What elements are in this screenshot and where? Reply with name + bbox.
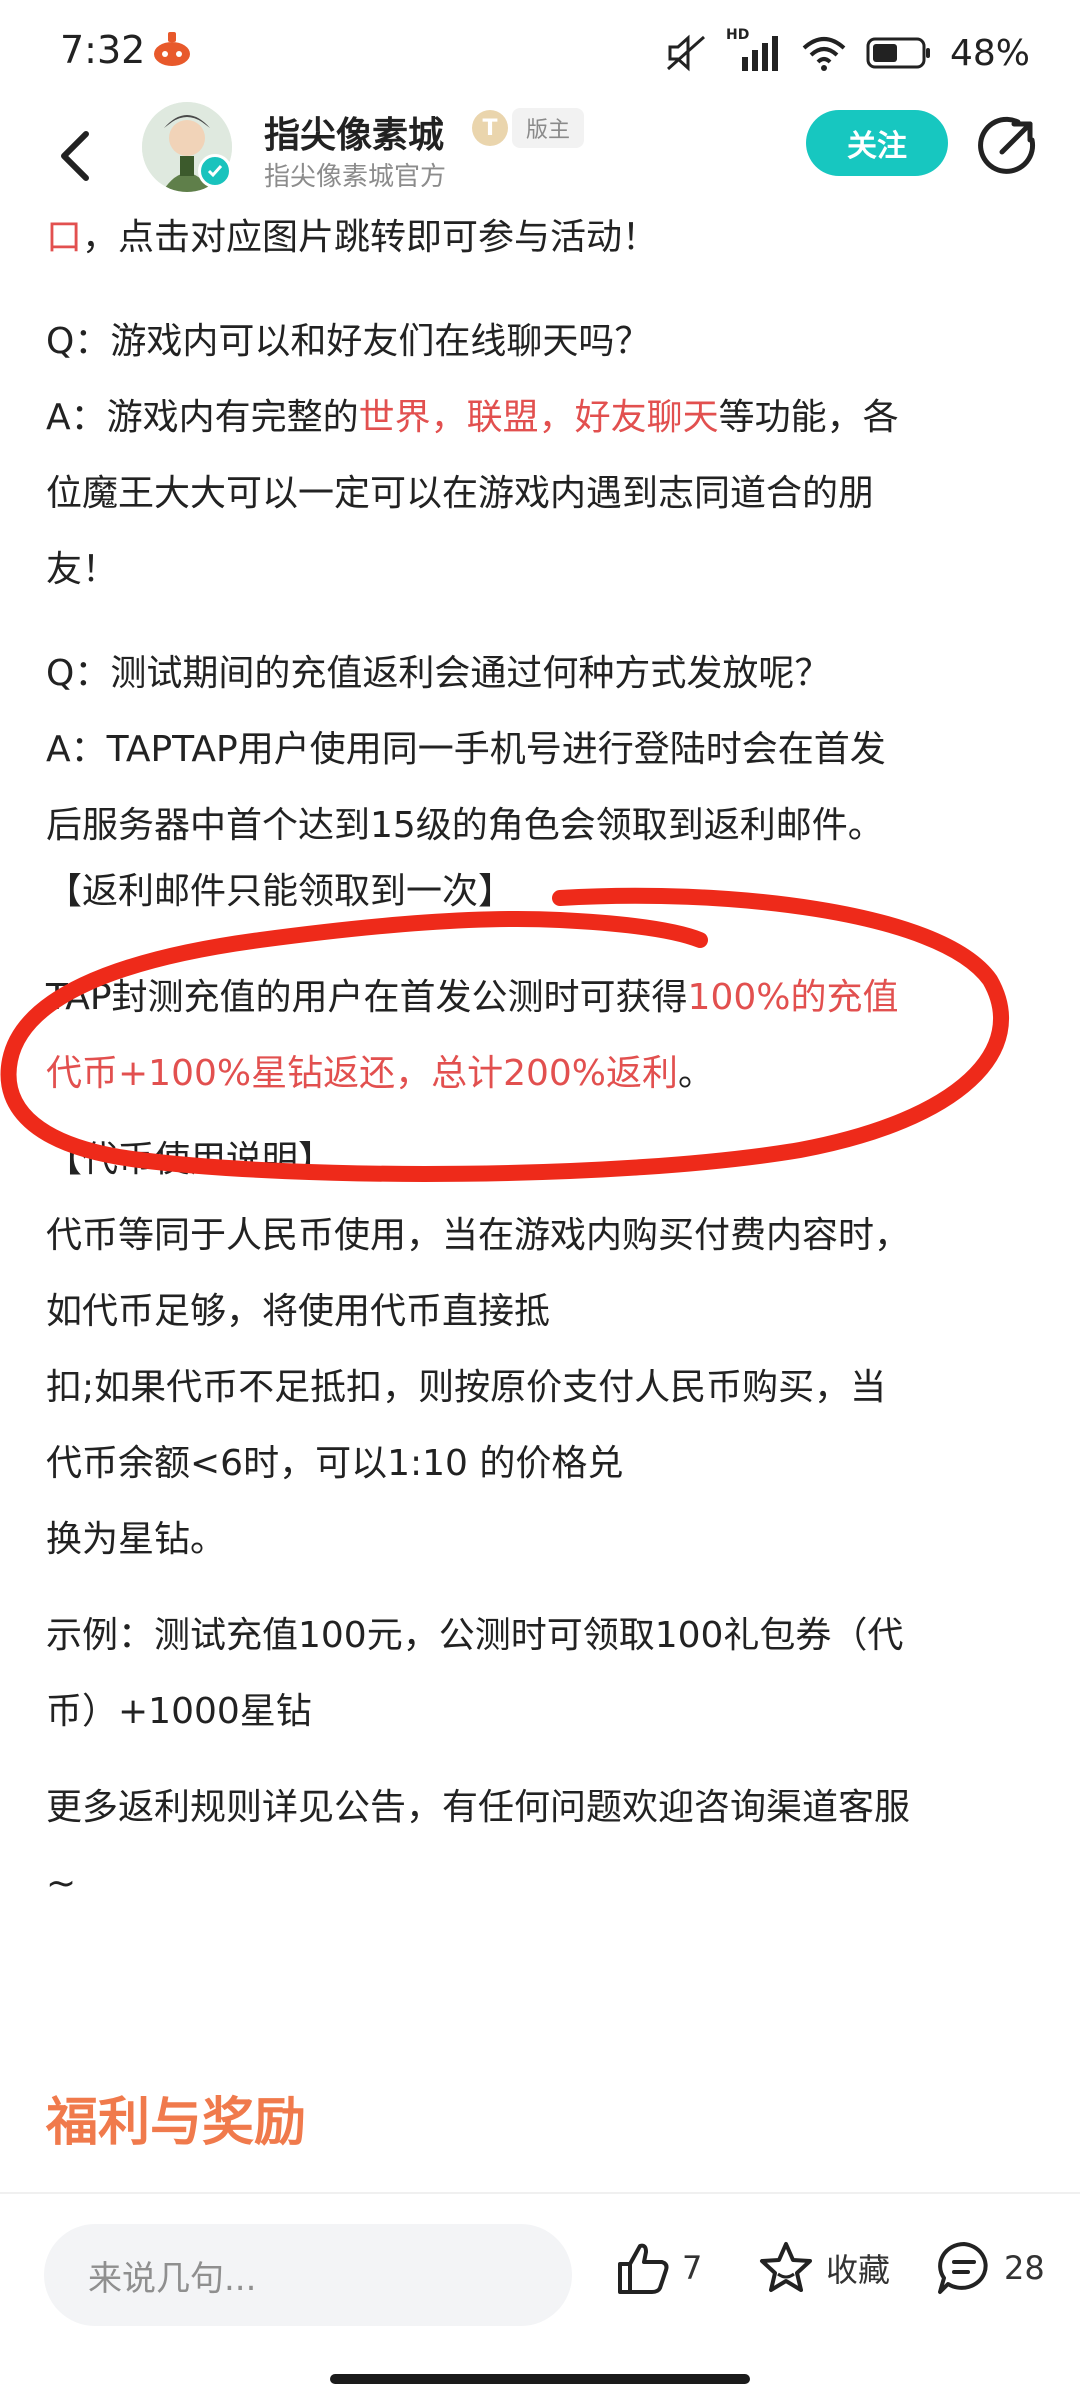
text-span: TAP封测充值的用户在首发公测时可获得 — [46, 977, 688, 1018]
answer-1-line-2: 位魔王大大可以一定可以在游戏内遇到志同道合的朋 — [46, 473, 875, 514]
text-span: A：游戏内有完整的 — [46, 397, 359, 438]
level-badge: T — [472, 110, 508, 146]
comment-icon — [938, 2242, 988, 2294]
home-indicator[interactable] — [330, 2374, 750, 2384]
battery-icon — [866, 37, 930, 69]
more-line-2: ~ — [46, 1863, 77, 1904]
tap-line-1: TAP封测充值的用户在首发公测时可获得100%的充值 — [46, 960, 1036, 1036]
text-span: ，点击对应图片跳转即可参与活动！ — [82, 217, 659, 258]
coin-line-1: 代币等同于人民币使用，当在游戏内购买付费内容时， — [46, 1215, 911, 1256]
wifi-icon — [802, 37, 846, 71]
coin-line-2: 如代币足够，将使用代币直接抵 — [46, 1291, 551, 1332]
share-icon — [978, 116, 1036, 174]
answer-1-line-1: A：游戏内有完整的世界，联盟，好友聊天等功能，各 — [46, 380, 1036, 456]
post-content: 口，点击对应图片跳转即可参与活动！ Q：游戏内可以和好友们在线聊天吗？ A：游戏… — [46, 200, 1036, 1922]
status-time: 7:32 — [60, 28, 146, 72]
highlight-text: 代币+100%星钻返还，总计200%返利 — [46, 1053, 679, 1094]
example-line-2: 币）+1000星钻 — [46, 1691, 312, 1732]
coin-line-4: 代币余额<6时，可以1:10 的价格兑 — [46, 1443, 624, 1484]
back-arrow-icon — [61, 131, 89, 181]
tap-line-2: 代币+100%星钻返还，总计200%返利。 — [46, 1036, 1036, 1112]
star-icon — [760, 2242, 812, 2292]
coin-title: 【代币使用说明】 — [46, 1139, 335, 1180]
favorite-button[interactable]: 收藏 — [756, 2238, 890, 2298]
thumbs-up-icon — [618, 2243, 669, 2294]
answer-1-line-3: 友！ — [46, 549, 119, 590]
status-indicators: HD 48% — [664, 27, 1030, 78]
comment-count: 28 — [1004, 2249, 1045, 2287]
text-span: 。 — [678, 1053, 715, 1094]
verified-icon — [198, 154, 232, 188]
answer-2-line-1: A：TAPTAP用户使用同一手机号进行登陆时会在首发 — [46, 729, 886, 770]
comment-button[interactable]: 28 — [934, 2238, 1045, 2298]
like-count: 7 — [682, 2249, 703, 2287]
text-line: 口，点击对应图片跳转即可参与活动！ — [46, 200, 1036, 276]
favorite-label: 收藏 — [826, 2251, 891, 2289]
status-bar: 7:32 HD 48% — [0, 0, 1080, 100]
answer-2-line-3: 【返利邮件只能领取到一次】 — [46, 871, 515, 912]
follow-button[interactable]: 关注 — [806, 110, 948, 176]
author-subtitle: 指尖像素城官方 — [264, 162, 447, 192]
question-2: Q：测试期间的充值返利会通过何种方式发放呢？ — [46, 653, 831, 694]
back-button[interactable] — [48, 116, 104, 196]
coin-line-3: 扣;如果代币不足抵扣，则按原价支付人民币购买，当 — [46, 1367, 887, 1408]
signal-icon: HD — [726, 27, 782, 73]
highlight-text: 100%的充值 — [687, 977, 899, 1018]
highlight-text: 世界，联盟，好友聊天 — [358, 397, 719, 438]
author-name[interactable]: 指尖像素城 — [264, 106, 444, 158]
share-button[interactable] — [978, 116, 1038, 176]
mute-icon — [666, 34, 705, 72]
highlight-text: 口 — [46, 217, 83, 258]
comment-input[interactable]: 来说几句... — [44, 2224, 572, 2326]
text-span: 等功能，各 — [718, 397, 899, 438]
bottom-action-bar: 来说几句... 7 收藏 28 — [0, 2194, 1080, 2344]
like-button[interactable]: 7 — [612, 2238, 702, 2298]
more-line-1: 更多返利规则详见公告，有任何问题欢迎咨询渠道客服 — [46, 1787, 911, 1828]
role-badge: 版主 — [512, 108, 585, 148]
answer-2-line-2: 后服务器中首个达到15级的角色会领取到返利邮件。 — [46, 805, 884, 846]
coin-line-5: 换为星钻。 — [46, 1519, 227, 1560]
example-line-1: 示例：测试充值100元，公测时可领取100礼包券（代 — [46, 1615, 904, 1656]
network-label: HD — [725, 27, 750, 43]
battery-percent: 48% — [949, 32, 1030, 74]
app-notification-icon — [154, 32, 190, 66]
question-1: Q：游戏内可以和好友们在线聊天吗？ — [46, 321, 651, 362]
section-title: 福利与奖励 — [46, 2093, 307, 2153]
